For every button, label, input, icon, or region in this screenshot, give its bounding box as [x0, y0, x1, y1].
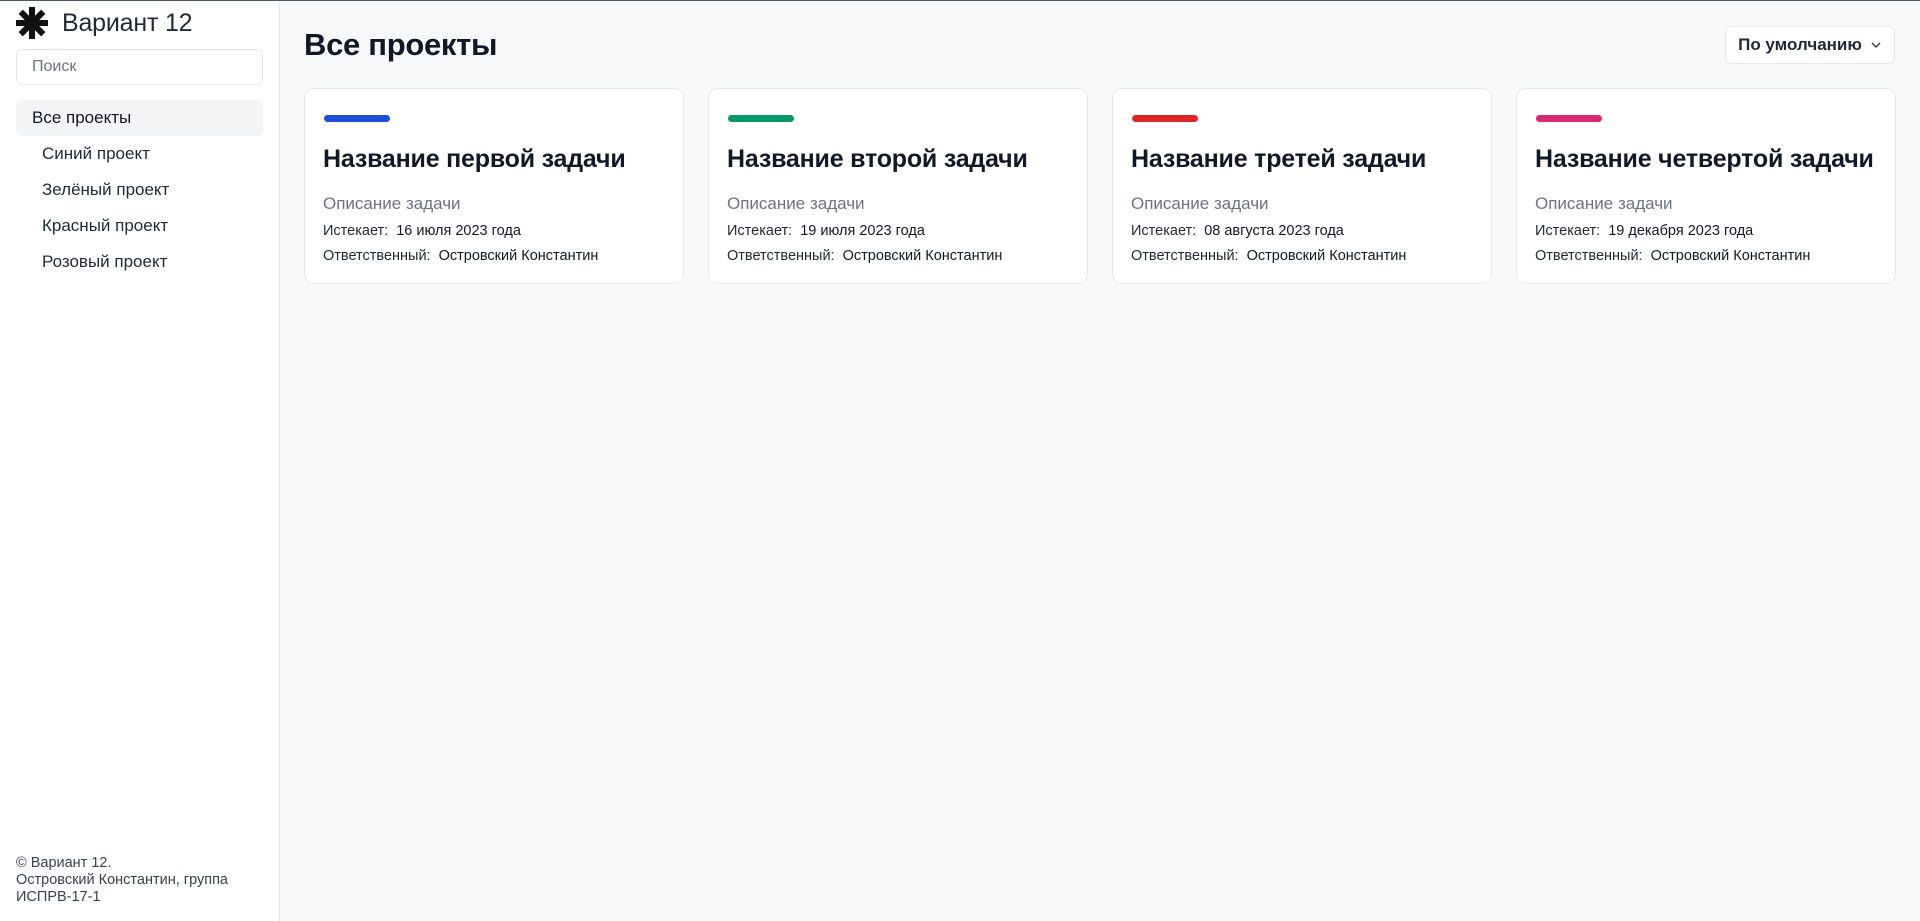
sidebar: Вариант 12 Все проекты Синий проект Зелё…: [0, 2, 280, 921]
responsible-label: Ответственный:: [1131, 248, 1239, 264]
sort-label: По умолчанию: [1738, 35, 1862, 54]
task-title: Название первой задачи: [323, 145, 626, 173]
task-card[interactable]: Название четвертой задачи Описание задач…: [1516, 88, 1896, 284]
task-responsible: Ответственный: Островский Константин: [323, 248, 598, 264]
task-expires: Истекает: 08 августа 2023 года: [1131, 223, 1344, 239]
responsible-label: Ответственный:: [727, 248, 835, 264]
expires-value: 19 декабря 2023 года: [1608, 223, 1754, 239]
task-description: Описание задачи: [1535, 194, 1673, 213]
sidebar-item-label: Красный проект: [42, 216, 169, 235]
project-color-bar: [1132, 115, 1198, 122]
task-title: Название четвертой задачи: [1535, 145, 1874, 173]
search-input[interactable]: [16, 49, 263, 85]
app-title: Вариант 12: [62, 8, 193, 37]
responsible-label: Ответственный:: [323, 248, 431, 264]
sidebar-item-green-project[interactable]: Зелёный проект: [16, 172, 263, 208]
sidebar-item-label: Зелёный проект: [42, 180, 170, 199]
sidebar-footer: © Вариант 12. Островский Константин, гру…: [16, 855, 256, 906]
chevron-down-icon: [1870, 39, 1882, 51]
expires-value: 16 июля 2023 года: [396, 223, 521, 239]
task-title: Название третей задачи: [1131, 145, 1427, 173]
page-title: Все проекты: [304, 27, 498, 62]
task-responsible: Ответственный: Островский Константин: [727, 248, 1002, 264]
task-responsible: Ответственный: Островский Константин: [1131, 248, 1406, 264]
task-description: Описание задачи: [1131, 194, 1269, 213]
footer-author: Островский Константин, группа: [16, 872, 228, 888]
sidebar-item-all-projects[interactable]: Все проекты: [16, 100, 263, 136]
responsible-value: Островский Константин: [1650, 248, 1811, 264]
sidebar-item-blue-project[interactable]: Синий проект: [16, 136, 263, 172]
sidebar-item-label: Синий проект: [42, 144, 150, 163]
responsible-value: Островский Константин: [842, 248, 1003, 264]
task-title: Название второй задачи: [727, 145, 1028, 173]
project-color-bar: [324, 115, 390, 122]
task-card[interactable]: Название третей задачи Описание задачи И…: [1112, 88, 1492, 284]
project-color-bar: [1536, 115, 1602, 122]
task-expires: Истекает: 19 декабря 2023 года: [1535, 223, 1753, 239]
task-description: Описание задачи: [323, 194, 461, 213]
project-color-bar: [728, 115, 794, 122]
sort-dropdown[interactable]: По умолчанию: [1725, 26, 1895, 64]
task-description: Описание задачи: [727, 194, 865, 213]
task-card[interactable]: Название второй задачи Описание задачи И…: [708, 88, 1088, 284]
main-content: Все проекты По умолчанию Название первой…: [281, 2, 1920, 921]
asterisk-icon: [15, 6, 49, 40]
task-card[interactable]: Название первой задачи Описание задачи И…: [304, 88, 684, 284]
task-expires: Истекает: 19 июля 2023 года: [727, 223, 925, 239]
brand[interactable]: Вариант 12: [15, 6, 263, 40]
sidebar-item-red-project[interactable]: Красный проект: [16, 208, 263, 244]
task-cards: Название первой задачи Описание задачи И…: [304, 88, 1896, 284]
expires-label: Истекает:: [727, 223, 793, 239]
expires-label: Истекает:: [1535, 223, 1601, 239]
responsible-value: Островский Константин: [438, 248, 599, 264]
footer-copyright: © Вариант 12.: [16, 855, 112, 871]
task-expires: Истекает: 16 июля 2023 года: [323, 223, 521, 239]
task-responsible: Ответственный: Островский Константин: [1535, 248, 1810, 264]
footer-group: ИСПРВ-17-1: [16, 889, 101, 905]
responsible-label: Ответственный:: [1535, 248, 1643, 264]
expires-value: 08 августа 2023 года: [1204, 223, 1344, 239]
sidebar-nav: Все проекты Синий проект Зелёный проект …: [16, 100, 263, 280]
responsible-value: Островский Константин: [1246, 248, 1407, 264]
expires-label: Истекает:: [1131, 223, 1197, 239]
expires-value: 19 июля 2023 года: [800, 223, 925, 239]
sidebar-item-label: Все проекты: [32, 108, 132, 127]
sidebar-item-label: Розовый проект: [42, 252, 168, 271]
sidebar-item-pink-project[interactable]: Розовый проект: [16, 244, 263, 280]
expires-label: Истекает:: [323, 223, 389, 239]
